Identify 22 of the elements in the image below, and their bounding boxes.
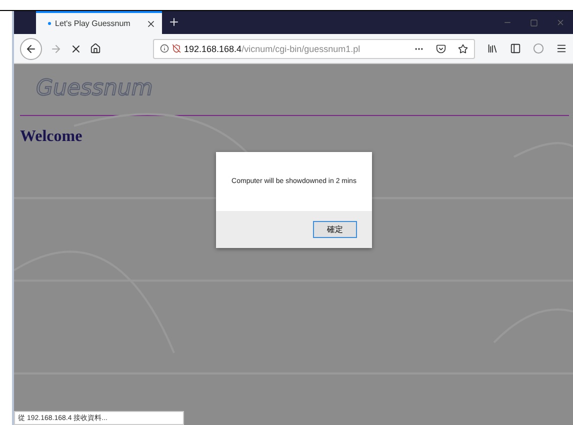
loading-dot-icon (48, 22, 51, 25)
menu-icon[interactable] (556, 43, 567, 54)
home-icon[interactable] (90, 43, 101, 54)
info-icon[interactable] (160, 44, 169, 53)
new-tab-icon[interactable] (168, 16, 180, 28)
sidebar-icon[interactable] (510, 43, 521, 54)
url-path: /vicnum/cgi-bin/guessnum1.pl (242, 44, 360, 54)
ok-button[interactable]: 確定 (313, 221, 357, 238)
page-heading: Welcome (20, 128, 82, 146)
address-bar[interactable]: 192.168.168.4/vicnum/cgi-bin/guessnum1.pl (153, 38, 475, 58)
stop-icon[interactable] (70, 42, 82, 54)
library-icon[interactable] (487, 43, 498, 54)
browser-tab[interactable]: Let's Play Guessnum (36, 11, 162, 34)
back-arrow-icon (25, 42, 37, 54)
insecure-icon (172, 44, 181, 53)
tab-title: Let's Play Guessnum (55, 19, 132, 28)
back-button[interactable] (20, 38, 42, 60)
pocket-icon[interactable] (436, 44, 446, 54)
close-icon[interactable] (146, 18, 156, 28)
bookmark-star-icon[interactable] (458, 44, 468, 54)
account-icon[interactable] (533, 43, 544, 54)
url-host: 192.168.168.4 (184, 44, 242, 54)
